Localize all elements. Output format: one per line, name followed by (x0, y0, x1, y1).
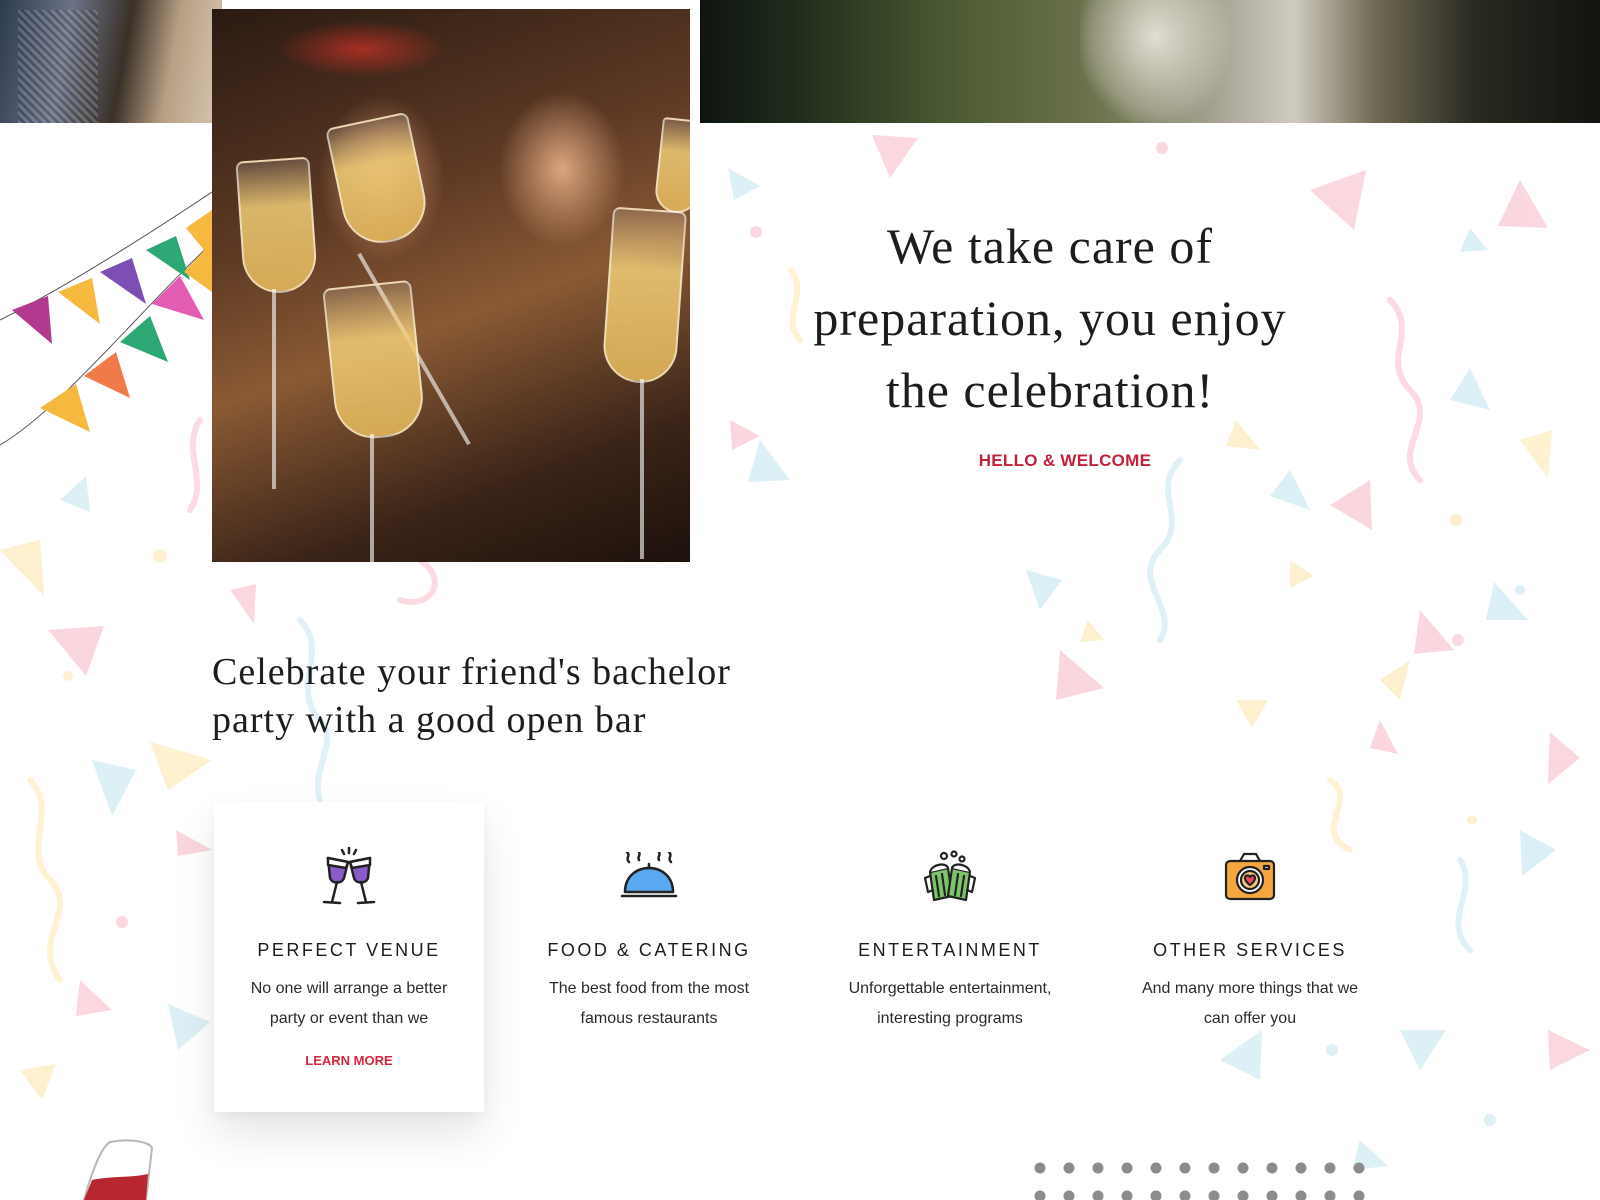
service-other-services: OTHER SERVICES And many more things that… (1115, 802, 1385, 1112)
service-title: ENTERTAINMENT (858, 940, 1042, 960)
service-description-line: famous restaurants (580, 1010, 718, 1027)
service-description: And many more things that we can offer y… (1130, 974, 1370, 1034)
page: We take care of preparation, you enjoy t… (0, 0, 1600, 1200)
top-right-photo (700, 0, 1600, 123)
hero-tagline: HELLO & WELCOME (978, 451, 1152, 470)
dots-decoration (1034, 1162, 1365, 1200)
service-description-line: Unforgettable entertainment, (848, 980, 1052, 997)
service-description-line: party or event than we (269, 1010, 429, 1027)
section-heading: Celebrate your friend's bachelor party w… (212, 648, 772, 744)
icon-container (514, 842, 784, 912)
wine-glass-decoration (82, 1139, 154, 1200)
wine-glasses-icon (322, 846, 376, 905)
section-heading-line: Celebrate your friend's bachelor (212, 651, 731, 693)
hero-heading-line: the celebration! (885, 362, 1215, 418)
learn-more-link[interactable]: LEARN MORE (214, 1053, 484, 1068)
service-description: Unforgettable entertainment, interesting… (830, 974, 1070, 1034)
service-description-line: The best food from the most (548, 980, 750, 997)
service-description: No one will arrange a better party or ev… (229, 974, 469, 1034)
food-cloche-icon (620, 852, 678, 898)
camera-heart-icon (1224, 852, 1276, 901)
service-food-catering: FOOD & CATERING The best food from the m… (514, 802, 784, 1112)
hero-heading: We take care of preparation, you enjoy t… (790, 210, 1310, 426)
service-description-line: And many more things that we (1141, 980, 1359, 997)
service-title: OTHER SERVICES (1153, 940, 1347, 960)
party-photo (212, 9, 690, 562)
service-description: The best food from the most famous resta… (529, 974, 769, 1034)
service-entertainment: ENTERTAINMENT Unforgettable entertainmen… (815, 802, 1085, 1112)
section-heading-line: party with a good open bar (212, 699, 647, 741)
icon-container (815, 842, 1085, 912)
service-title: FOOD & CATERING (547, 940, 751, 960)
service-card-perfect-venue[interactable]: PERFECT VENUE No one will arrange a bett… (214, 802, 484, 1112)
beer-mugs-icon (923, 850, 977, 902)
icon-container (1115, 842, 1385, 912)
service-title: PERFECT VENUE (257, 940, 441, 960)
service-description-line: No one will arrange a better (250, 980, 448, 997)
hero-heading-line: We take care of (886, 218, 1214, 274)
bunting-decoration (0, 189, 215, 446)
service-description-line: can offer you (1203, 1010, 1297, 1027)
icon-container (214, 842, 484, 912)
hero-heading-line: preparation, you enjoy (813, 290, 1287, 346)
service-description-line: interesting programs (877, 1010, 1023, 1027)
top-left-photo (0, 0, 222, 123)
